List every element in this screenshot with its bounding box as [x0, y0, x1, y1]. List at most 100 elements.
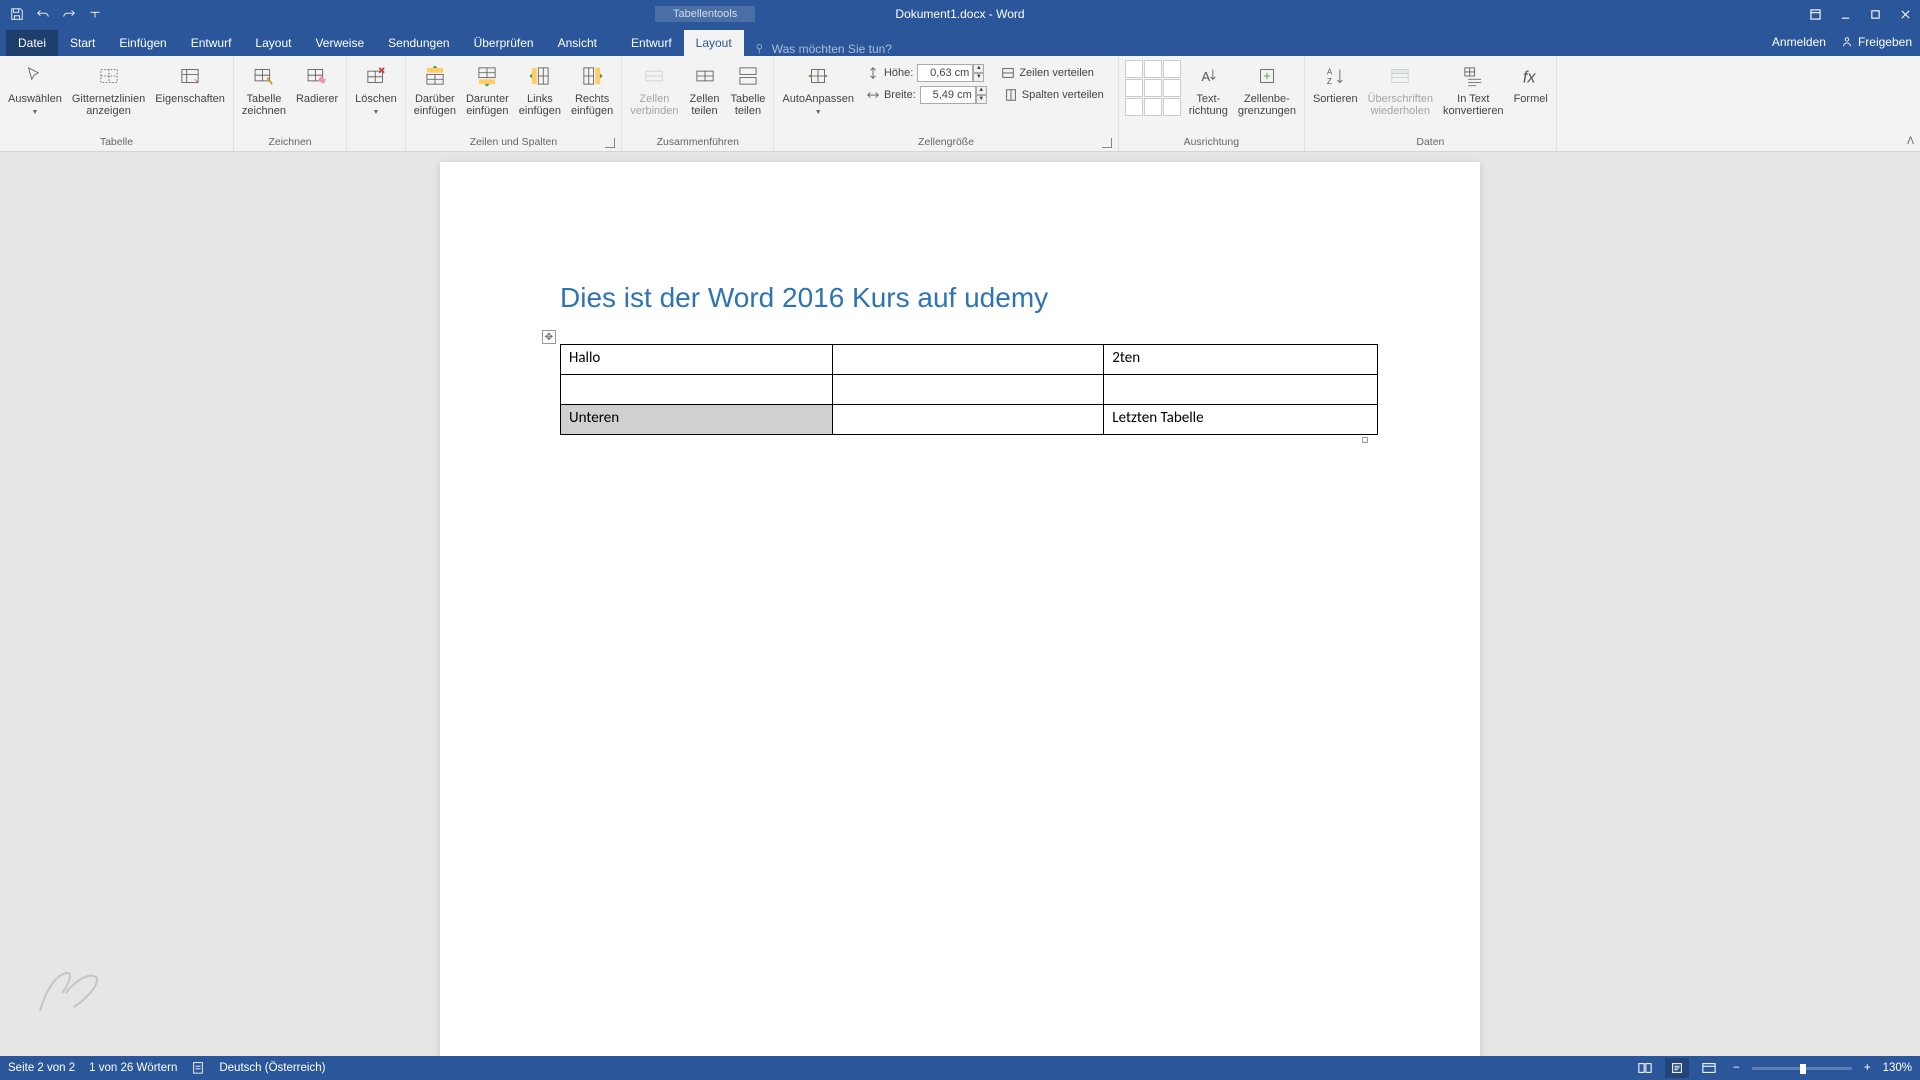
minimize-button[interactable] [1830, 0, 1860, 28]
status-language[interactable]: Deutsch (Österreich) [219, 1062, 325, 1074]
status-proofing-icon[interactable] [191, 1060, 205, 1077]
document-table[interactable]: Hallo 2ten Unteren Letzten Tabelle [560, 344, 1378, 435]
width-icon [866, 88, 880, 102]
zeilen-spalten-launcher[interactable] [605, 138, 615, 148]
group-zusammenfuehren-label: Zusammenführen [626, 134, 769, 151]
tab-start[interactable]: Start [58, 30, 107, 56]
formel-button[interactable]: fx Formel [1510, 58, 1552, 107]
group-zeichnen-label: Zeichnen [238, 134, 342, 151]
align-bot-left[interactable] [1125, 98, 1143, 116]
table-cell-selected[interactable]: Unteren [561, 405, 833, 435]
svg-text:Z: Z [1327, 77, 1332, 86]
sortieren-button[interactable]: AZ Sortieren [1309, 58, 1362, 107]
zoom-value[interactable]: 130% [1883, 1062, 1912, 1074]
rechts-einfuegen-button[interactable]: Rechts einfügen [567, 58, 617, 119]
save-button[interactable] [6, 3, 28, 25]
hoehe-input[interactable]: 0,63 cm▲▼ [917, 64, 973, 82]
tab-entwurf[interactable]: Entwurf [179, 30, 244, 56]
radierer-button[interactable]: Radierer [292, 58, 342, 107]
table-cell[interactable] [1104, 375, 1378, 405]
tab-einfuegen[interactable]: Einfügen [107, 30, 178, 56]
align-mid-center[interactable] [1144, 79, 1162, 97]
breite-input[interactable]: 5,49 cm▲▼ [920, 86, 976, 104]
zeilen-verteilen-button[interactable]: Zeilen verteilen [997, 64, 1098, 82]
undo-button[interactable] [32, 3, 54, 25]
zellenbegrenzungen-button[interactable]: Zellenbe- grenzungen [1234, 58, 1300, 119]
group-zellengroesse-label: Zellengröße [778, 134, 1113, 151]
signin-link[interactable]: Anmelden [1772, 35, 1826, 49]
alignment-grid [1123, 58, 1183, 118]
status-page[interactable]: Seite 2 von 2 [8, 1062, 75, 1074]
align-bot-right[interactable] [1163, 98, 1181, 116]
view-read-mode[interactable] [1633, 1058, 1657, 1078]
view-print-layout[interactable] [1665, 1058, 1689, 1078]
qat-customize[interactable] [84, 3, 106, 25]
align-top-right[interactable] [1163, 60, 1181, 78]
table-row [561, 375, 1378, 405]
tab-file[interactable]: Datei [6, 30, 58, 56]
zoom-slider[interactable] [1752, 1067, 1852, 1070]
links-einfuegen-button[interactable]: Links einfügen [515, 58, 565, 119]
close-button[interactable] [1890, 0, 1920, 28]
document-page[interactable]: Dies ist der Word 2016 Kurs auf udemy ✥ … [440, 162, 1480, 1056]
zellen-teilen-button[interactable]: Zellen teilen [685, 58, 725, 119]
table-resize-handle[interactable] [1362, 437, 1368, 443]
tab-layout[interactable]: Layout [243, 30, 303, 56]
group-ausrichtung-label: Ausrichtung [1123, 134, 1300, 151]
table-cell[interactable] [832, 345, 1104, 375]
table-move-handle[interactable]: ✥ [542, 330, 556, 344]
ribbon-display-options[interactable] [1800, 0, 1830, 28]
table-row: Unteren Letzten Tabelle [561, 405, 1378, 435]
zoom-in-button[interactable]: + [1860, 1062, 1875, 1074]
eigenschaften-button[interactable]: Eigenschaften [151, 58, 229, 107]
tab-ueberpruefen[interactable]: Überprüfen [462, 30, 546, 56]
share-button[interactable]: Freigeben [1840, 35, 1912, 49]
autoanpassen-button[interactable]: AutoAnpassen▼ [778, 58, 858, 121]
document-title: Dokument1.docx - Word [895, 7, 1024, 21]
spalten-verteilen-button[interactable]: Spalten verteilen [1000, 86, 1108, 104]
watermark-logo [30, 965, 102, 1026]
tab-table-entwurf[interactable]: Entwurf [619, 30, 684, 56]
tab-sendungen[interactable]: Sendungen [376, 30, 461, 56]
align-mid-left[interactable] [1125, 79, 1143, 97]
darueber-einfuegen-button[interactable]: Darüber einfügen [410, 58, 460, 119]
tabletools-contextual-label: Tabellentools [655, 6, 755, 22]
zellengroesse-launcher[interactable] [1102, 138, 1112, 148]
auswaehlen-button[interactable]: Auswählen▼ [4, 58, 66, 121]
align-mid-right[interactable] [1163, 79, 1181, 97]
align-top-left[interactable] [1125, 60, 1143, 78]
tellme-placeholder: Was möchten Sie tun? [772, 42, 892, 56]
collapse-ribbon-button[interactable]: ᐱ [1907, 136, 1914, 147]
document-heading[interactable]: Dies ist der Word 2016 Kurs auf udemy [560, 282, 1360, 314]
svg-text:fx: fx [1523, 69, 1537, 87]
document-viewport[interactable]: Dies ist der Word 2016 Kurs auf udemy ✥ … [0, 152, 1920, 1056]
maximize-button[interactable] [1860, 0, 1890, 28]
table-cell[interactable] [832, 375, 1104, 405]
redo-button[interactable] [58, 3, 80, 25]
tab-table-layout[interactable]: Layout [684, 30, 744, 56]
tabelle-zeichnen-button[interactable]: Tabelle zeichnen [238, 58, 290, 119]
tab-ansicht[interactable]: Ansicht [546, 30, 609, 56]
table-cell[interactable] [561, 375, 833, 405]
view-web-layout[interactable] [1697, 1058, 1721, 1078]
table-cell[interactable]: Letzten Tabelle [1104, 405, 1378, 435]
status-wordcount[interactable]: 1 von 26 Wörtern [89, 1062, 177, 1074]
zoom-out-button[interactable]: − [1729, 1062, 1744, 1074]
intext-konvertieren-button[interactable]: In Text konvertieren [1439, 58, 1508, 119]
table-cell[interactable] [832, 405, 1104, 435]
tab-verweise[interactable]: Verweise [303, 30, 376, 56]
height-icon [866, 66, 880, 80]
table-cell[interactable]: Hallo [561, 345, 833, 375]
darunter-einfuegen-button[interactable]: Darunter einfügen [462, 58, 513, 119]
align-bot-center[interactable] [1144, 98, 1162, 116]
loeschen-button[interactable]: Löschen▼ [351, 58, 401, 121]
textrichtung-button[interactable]: A Text- richtung [1185, 58, 1232, 119]
group-tabelle-label: Tabelle [4, 134, 229, 151]
share-label: Freigeben [1858, 35, 1912, 49]
align-top-center[interactable] [1144, 60, 1162, 78]
tellme-search[interactable]: Was möchten Sie tun? [744, 42, 902, 56]
gitternetzlinien-button[interactable]: Gitternetzlinien anzeigen [68, 58, 149, 119]
tabelle-teilen-button[interactable]: Tabelle teilen [727, 58, 770, 119]
table-cell[interactable]: 2ten [1104, 345, 1378, 375]
breite-label: Breite: [884, 89, 916, 101]
